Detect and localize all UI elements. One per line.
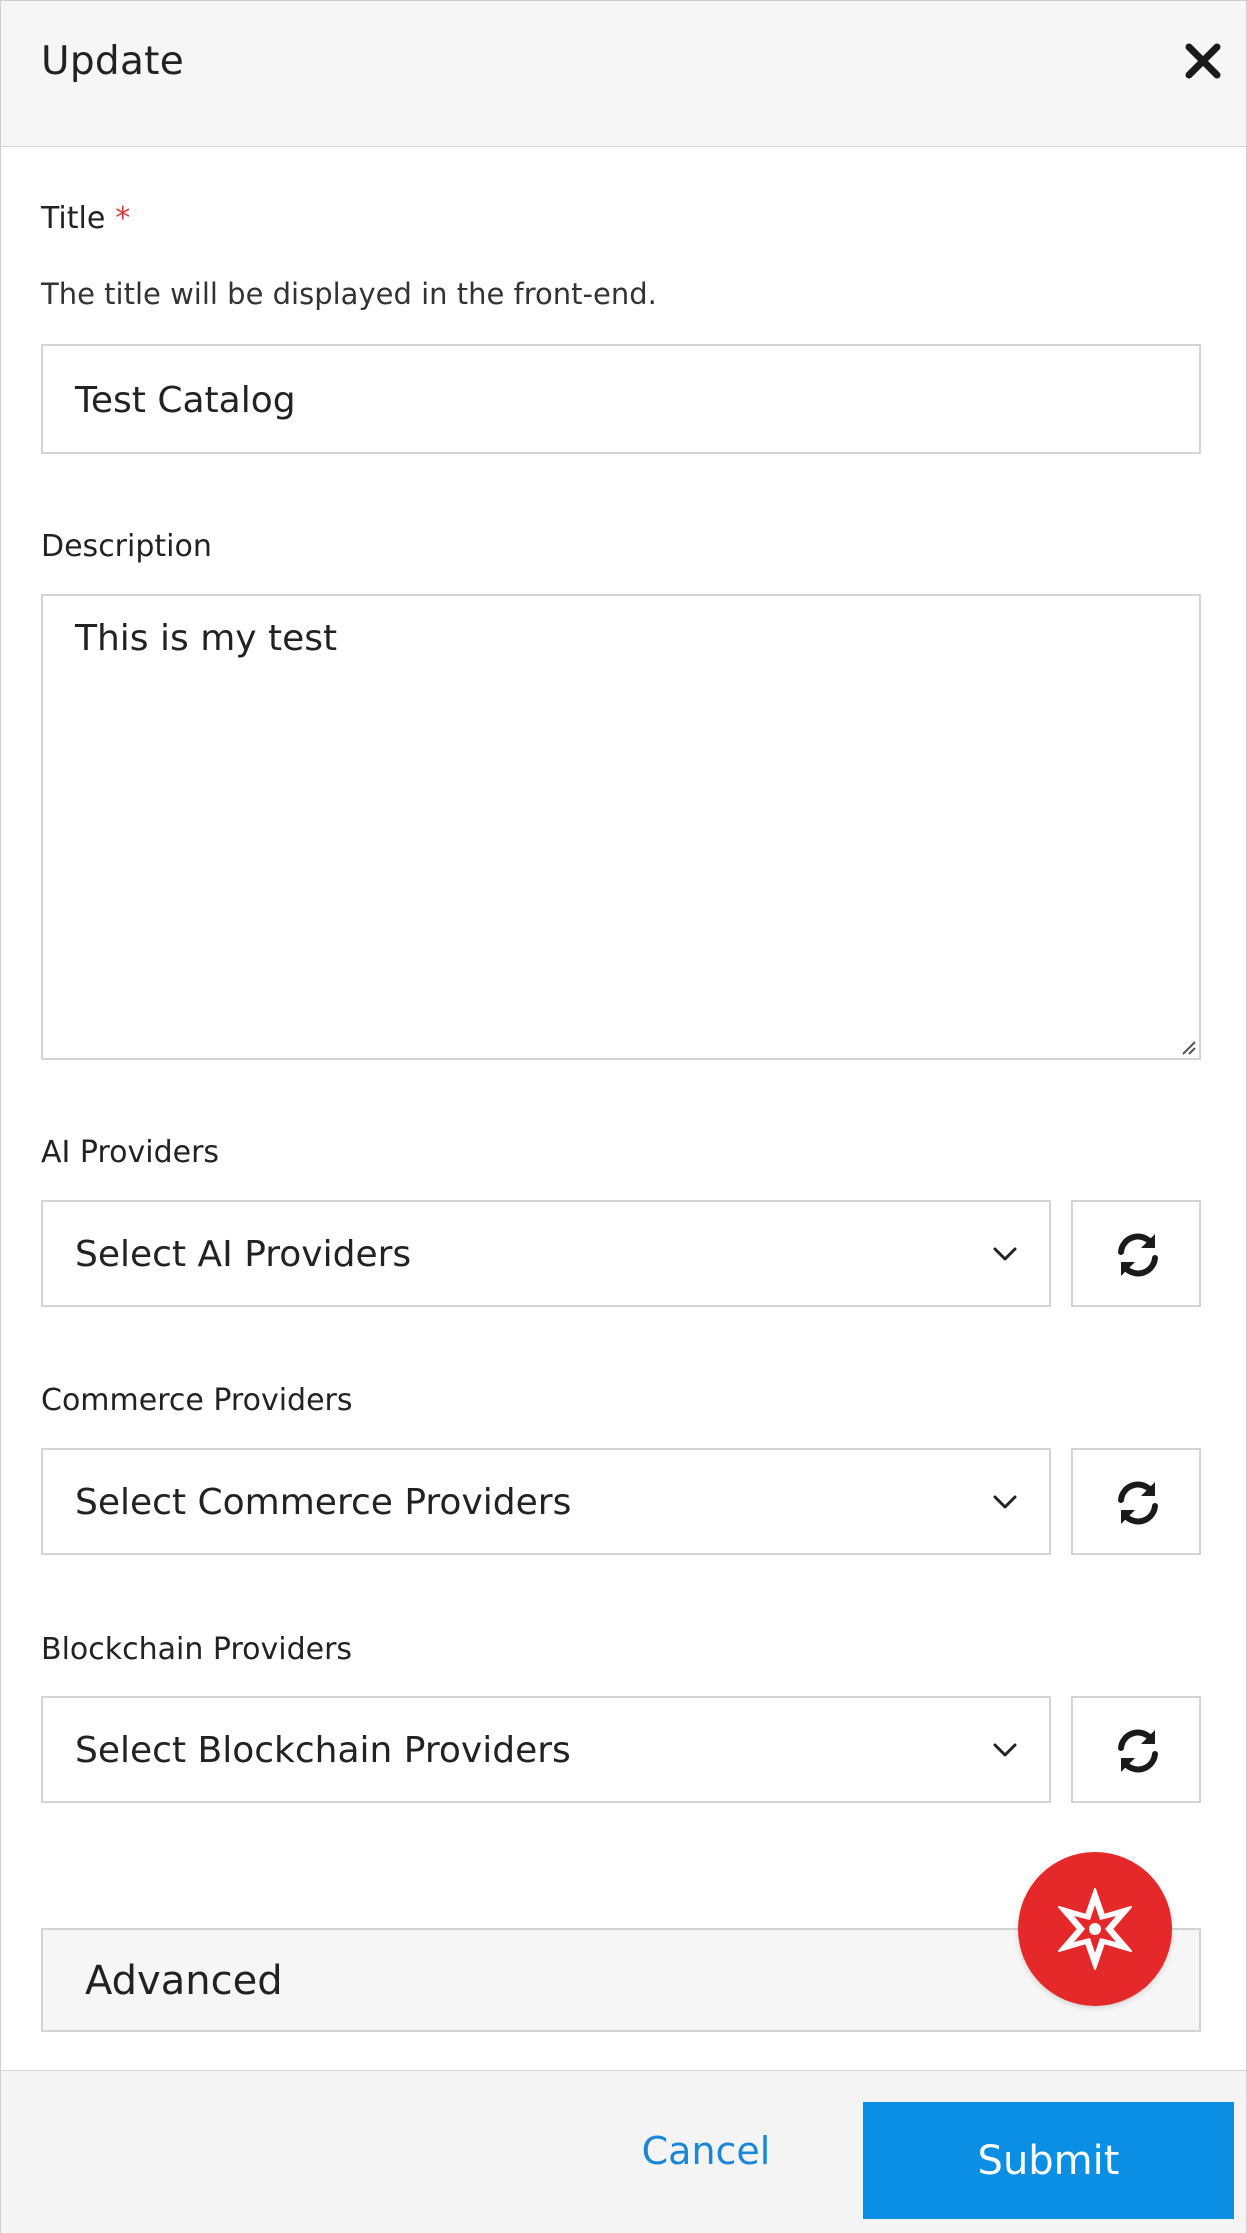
resize-grip-icon[interactable]: [1177, 1036, 1197, 1056]
close-icon: [1185, 43, 1221, 79]
title-label: Title *: [41, 201, 130, 236]
cancel-button[interactable]: Cancel: [621, 2129, 791, 2179]
dialog-header: Update: [1, 1, 1246, 147]
blockchain-providers-refresh-button[interactable]: [1071, 1696, 1201, 1803]
submit-button-label: Submit: [977, 2137, 1120, 2184]
ai-providers-refresh-button[interactable]: [1071, 1200, 1201, 1307]
dialog-title: Update: [41, 39, 185, 84]
ai-providers-select[interactable]: Select AI Providers: [41, 1200, 1051, 1307]
sparkle-star-icon: [1058, 1888, 1132, 1970]
ai-providers-label: AI Providers: [41, 1135, 220, 1170]
submit-button[interactable]: Submit: [863, 2102, 1234, 2219]
description-textarea[interactable]: This is my test: [41, 594, 1201, 1060]
blockchain-providers-label: Blockchain Providers: [41, 1632, 353, 1667]
blockchain-providers-selected: Select Blockchain Providers: [75, 1730, 571, 1771]
close-button[interactable]: [1181, 39, 1225, 83]
dialog-footer: Cancel Submit: [1, 2070, 1246, 2233]
required-marker: *: [115, 201, 131, 236]
description-label: Description: [41, 529, 212, 564]
title-hint: The title will be displayed in the front…: [41, 277, 657, 311]
refresh-icon: [1118, 1729, 1158, 1773]
chevron-down-icon: [993, 1495, 1017, 1509]
chevron-down-icon: [993, 1247, 1017, 1261]
description-value: This is my test: [75, 618, 338, 659]
refresh-icon: [1118, 1233, 1158, 1277]
commerce-providers-select[interactable]: Select Commerce Providers: [41, 1448, 1051, 1555]
ai-providers-selected: Select AI Providers: [75, 1234, 412, 1275]
title-label-text: Title: [41, 201, 106, 236]
commerce-providers-selected: Select Commerce Providers: [75, 1482, 572, 1523]
refresh-icon: [1118, 1481, 1158, 1525]
assistant-fab[interactable]: [1018, 1852, 1172, 2006]
blockchain-providers-select[interactable]: Select Blockchain Providers: [41, 1696, 1051, 1803]
commerce-providers-label: Commerce Providers: [41, 1383, 353, 1418]
title-input-value: Test Catalog: [75, 380, 296, 421]
chevron-down-icon: [993, 1743, 1017, 1757]
commerce-providers-refresh-button[interactable]: [1071, 1448, 1201, 1555]
title-input[interactable]: Test Catalog: [41, 344, 1201, 454]
advanced-label: Advanced: [85, 1958, 283, 2004]
update-dialog: Update Title * The title will be displaye…: [0, 0, 1247, 2233]
